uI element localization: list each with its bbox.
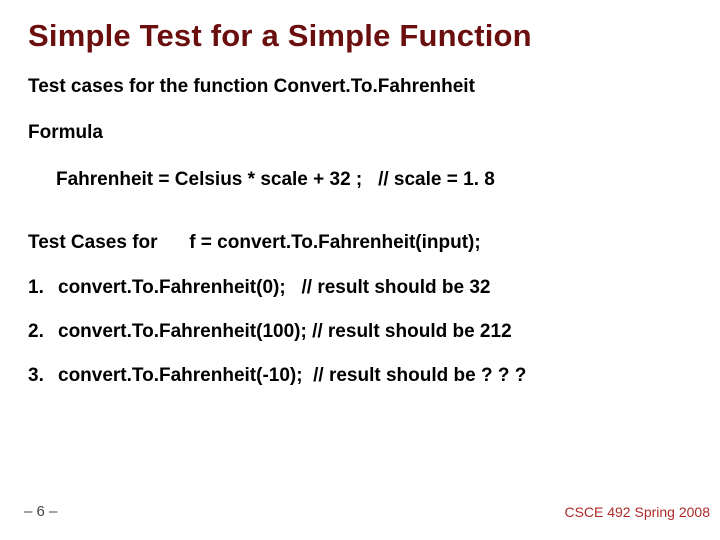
slide-title: Simple Test for a Simple Function	[28, 18, 692, 54]
testcase-list: 1.convert.To.Fahrenheit(0); // result sh…	[28, 277, 692, 387]
testcases-label: Test Cases for f = convert.To.Fahrenheit…	[28, 232, 692, 255]
list-number: 3.	[28, 365, 58, 387]
subtitle: Test cases for the function Convert.To.F…	[28, 76, 692, 99]
list-text: convert.To.Fahrenheit(-10); // result sh…	[58, 365, 526, 386]
page-number: – 6 –	[24, 503, 57, 520]
formula-text: Fahrenheit = Celsius * scale + 32 ; // s…	[28, 169, 692, 192]
list-number: 2.	[28, 321, 58, 343]
slide: Simple Test for a Simple Function Test c…	[0, 0, 720, 540]
list-item: 3.convert.To.Fahrenheit(-10); // result …	[28, 365, 692, 387]
list-item: 1.convert.To.Fahrenheit(0); // result sh…	[28, 277, 692, 299]
list-text: convert.To.Fahrenheit(100); // result sh…	[58, 321, 512, 342]
list-text: convert.To.Fahrenheit(0); // result shou…	[58, 277, 491, 298]
list-item: 2.convert.To.Fahrenheit(100); // result …	[28, 321, 692, 343]
course-footer: CSCE 492 Spring 2008	[564, 504, 710, 520]
list-number: 1.	[28, 277, 58, 299]
formula-label: Formula	[28, 122, 692, 145]
